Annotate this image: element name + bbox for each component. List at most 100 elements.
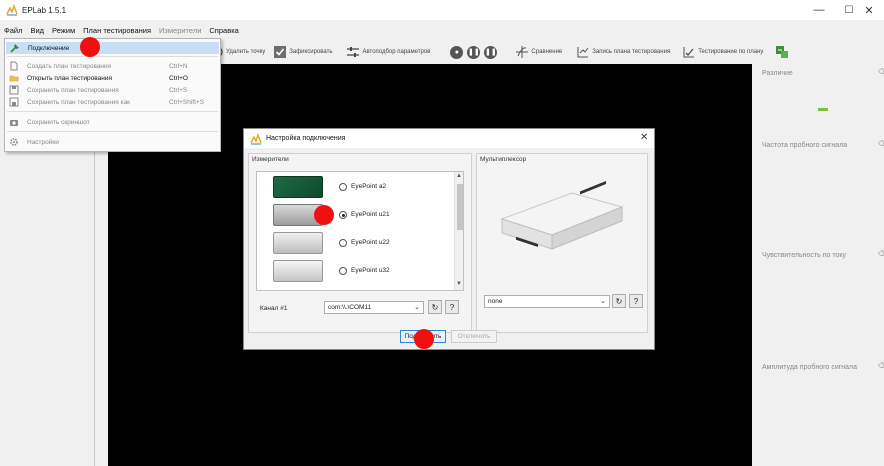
camera-icon: ● — [450, 45, 464, 59]
auto-params-icon — [346, 45, 360, 59]
device-label: EyePoint a2 — [351, 183, 387, 190]
pin-icon[interactable]: ⌫ — [878, 250, 884, 258]
refresh-button[interactable]: ↻ — [428, 300, 442, 314]
new-file-icon — [9, 61, 19, 71]
probe-amplitude-label: Амплитуда пробного сигнала — [762, 364, 858, 371]
test-by-plan-label: Тестирование по плану — [698, 49, 764, 55]
device-radio[interactable] — [339, 183, 347, 191]
difference-label: Различие — [762, 70, 793, 77]
scroll-up-icon[interactable]: ▲ — [456, 173, 462, 179]
menu-test-plan[interactable]: План тестирования — [79, 26, 155, 35]
chevron-down-icon: ⌄ — [600, 298, 606, 305]
menu-view[interactable]: Вид — [26, 26, 48, 35]
eplab-logo-icon — [250, 132, 262, 145]
multiplexer-image — [492, 177, 628, 257]
camera-button[interactable]: ● — [450, 45, 467, 59]
delete-point-label: Удалить точку — [226, 49, 266, 55]
dialog-titlebar: Настройка подключения — [244, 129, 654, 148]
pin-icon[interactable]: ⌫ — [878, 68, 884, 76]
compare-button[interactable]: Сравнение — [515, 45, 562, 59]
shortcut-label: Ctrl+S — [169, 86, 188, 94]
device-radio[interactable] — [339, 239, 347, 247]
fix-button[interactable]: Зафиксировать — [273, 45, 332, 59]
shortcut-label: Ctrl+N — [169, 62, 188, 70]
compare-icon — [515, 45, 529, 59]
menu-item-save-plan-as-label: Сохранить план тестирования как — [27, 98, 131, 106]
device-radio[interactable] — [339, 267, 347, 275]
minimize-button[interactable]: — — [804, 0, 834, 20]
disconnect-button[interactable]: Отключить — [451, 330, 497, 343]
device-row[interactable]: EyePoint u32 — [257, 258, 453, 284]
pause-alt-button[interactable]: ❚❚ — [484, 45, 501, 59]
menu-help[interactable]: Справка — [205, 26, 242, 35]
close-button[interactable]: ✕ — [854, 0, 884, 20]
menu-item-save-plan-label: Сохранить план тестирования — [27, 86, 119, 94]
connect-icon — [10, 43, 20, 53]
meters-group-title: Измерители — [252, 156, 289, 163]
red-marker — [80, 37, 100, 57]
help-button[interactable]: ? — [629, 294, 643, 308]
menu-separator — [7, 56, 218, 57]
toolbar: Удалить точку Зафиксировать Автоподбор п… — [210, 40, 884, 64]
refresh-button[interactable]: ↻ — [612, 294, 626, 308]
channel-label: Канал #1 — [260, 305, 288, 312]
record-plan-label: Запись плана тестирования — [592, 49, 671, 55]
menu-item-screenshot-label: Сохранить скриншот — [27, 118, 90, 126]
device-label: EyePoint u21 — [351, 211, 390, 218]
multiplexer-value: none — [488, 298, 503, 305]
save-as-icon — [9, 97, 19, 107]
multiplexer-select[interactable]: none ⌄ — [484, 295, 610, 308]
menu-item-settings[interactable]: Настройки — [5, 136, 220, 148]
menu-item-screenshot[interactable]: Сохранить скриншот — [5, 116, 220, 128]
difference-indicator — [818, 108, 828, 111]
checkbox-icon — [273, 45, 287, 59]
device-label: EyePoint u22 — [351, 239, 390, 246]
shortcut-label: Ctrl+O — [169, 74, 188, 82]
record-plan-button[interactable]: Запись плана тестирования — [576, 45, 670, 59]
menu-item-new-plan-label: Создать план тестирования — [27, 62, 112, 70]
manage-button[interactable] — [775, 45, 791, 59]
help-button[interactable]: ? — [445, 300, 459, 314]
eplab-logo-icon — [6, 4, 18, 16]
pause-alt-icon: ❚❚ — [484, 45, 498, 59]
device-list-scrollbar[interactable]: ▲ ▼ — [454, 172, 463, 290]
pause-button[interactable]: ❚❚ — [467, 45, 484, 59]
menu-file[interactable]: Файл — [0, 26, 26, 35]
device-radio[interactable] — [339, 211, 347, 219]
eyepoint-a2-image — [273, 176, 323, 198]
menu-item-save-plan[interactable]: Сохранить план тестирования Ctrl+S — [5, 84, 220, 96]
scroll-down-icon[interactable]: ▼ — [456, 281, 462, 287]
channel-select[interactable]: com:\\.\COM11 ⌄ — [324, 301, 424, 314]
dialog-title: Настройка подключения — [266, 135, 346, 142]
shortcut-label: Ctrl+Shift+S — [169, 98, 205, 106]
menu-meters[interactable]: Измерители — [155, 26, 205, 35]
red-marker — [314, 205, 334, 225]
compare-label: Сравнение — [531, 49, 563, 55]
camera-icon — [9, 117, 19, 127]
test-by-plan-button[interactable]: Тестирование по плану — [682, 45, 763, 59]
device-row[interactable]: EyePoint u21 — [257, 202, 453, 228]
auto-params-button[interactable]: Автоподбор параметров — [346, 45, 430, 59]
connection-settings-dialog: Настройка подключения ✕ Измерители EyePo… — [243, 128, 655, 350]
menu-item-open-plan[interactable]: Открыть план тестирования Ctrl+O — [5, 72, 220, 84]
menu-separator — [7, 131, 218, 132]
menu-item-save-plan-as[interactable]: Сохранить план тестирования как Ctrl+Shi… — [5, 96, 220, 108]
device-list[interactable]: EyePoint a2 EyePoint u21 EyePoint u22 Ey… — [256, 171, 464, 291]
dialog-close-icon[interactable]: ✕ — [640, 132, 648, 143]
probe-frequency-label: Частота пробного сигнала — [762, 142, 848, 149]
menu-item-new-plan[interactable]: Создать план тестирования Ctrl+N — [5, 60, 220, 72]
device-row[interactable]: EyePoint a2 — [257, 174, 453, 200]
window-titlebar: EPLab 1.5.1 — [0, 0, 884, 20]
eyepoint-u22-image — [273, 232, 323, 254]
menubar: Файл Вид Режим План тестирования Измерит… — [0, 24, 243, 36]
device-row[interactable]: EyePoint u22 — [257, 230, 453, 256]
red-marker — [414, 329, 434, 349]
scrollbar-thumb[interactable] — [457, 184, 463, 230]
fix-label: Зафиксировать — [289, 49, 333, 55]
menu-item-connect[interactable]: Подключение — [6, 42, 219, 54]
right-panel: Различие ⌫ Частота пробного сигнала ⌫ Чу… — [760, 64, 884, 466]
pin-icon[interactable]: ⌫ — [878, 362, 884, 370]
eyepoint-u32-image — [273, 260, 323, 282]
menu-mode[interactable]: Режим — [48, 26, 79, 35]
pin-icon[interactable]: ⌫ — [878, 140, 884, 148]
